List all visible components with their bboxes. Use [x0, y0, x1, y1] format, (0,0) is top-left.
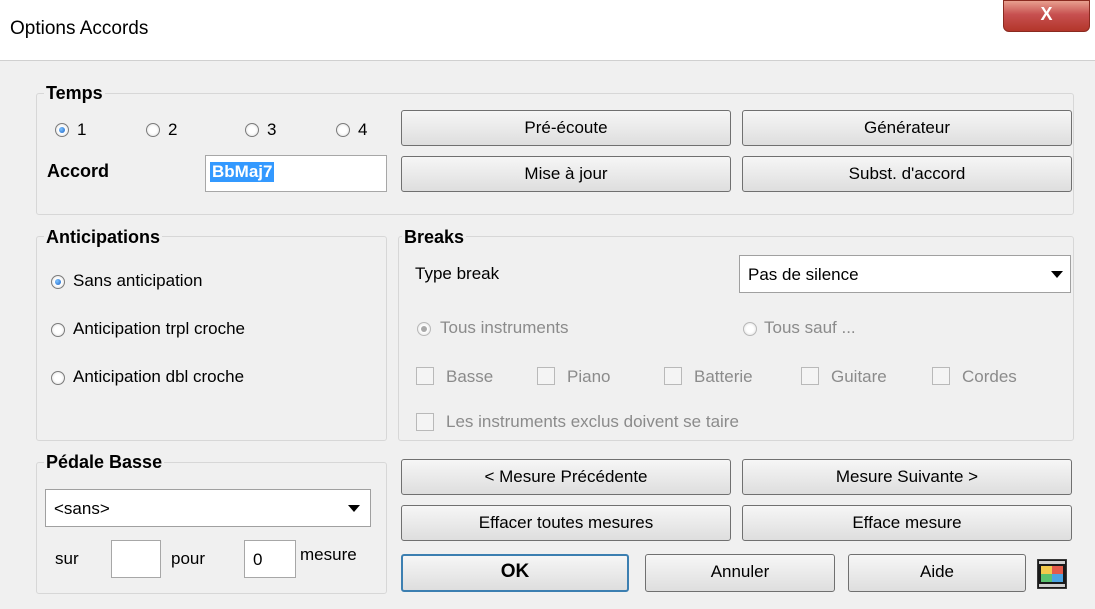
sans-anticipation-label: Sans anticipation — [73, 271, 203, 290]
basse-label: Basse — [446, 367, 494, 386]
chevron-down-icon — [348, 505, 360, 512]
accord-input[interactable]: BbMaj7 — [205, 155, 387, 192]
tous-instruments-label: Tous instruments — [440, 318, 569, 337]
temps-radio-4[interactable] — [336, 123, 350, 137]
piano-label: Piano — [567, 367, 611, 386]
pre-ecoute-button[interactable]: Pré-écoute — [401, 110, 731, 146]
pedale-value: <sans> — [54, 499, 110, 518]
guitare-label: Guitare — [831, 367, 887, 386]
type-break-value: Pas de silence — [748, 265, 859, 284]
batterie-label: Batterie — [694, 367, 753, 386]
temps-radio-3-label: 3 — [267, 120, 277, 139]
mesure-suivante-button[interactable]: Mesure Suivante > — [742, 459, 1072, 495]
close-button[interactable]: X — [1003, 0, 1090, 32]
cordes-checkbox[interactable] — [932, 367, 950, 385]
effacer-toutes-button[interactable]: Effacer toutes mesures — [401, 505, 731, 541]
anticipation-dbl-radio[interactable] — [51, 371, 65, 385]
type-break-label: Type break — [415, 264, 500, 283]
temps-radio-1-label: 1 — [77, 120, 87, 139]
sur-label: sur — [55, 549, 79, 568]
sur-input[interactable] — [111, 540, 161, 578]
anticipations-label: Anticipations — [44, 227, 163, 248]
efface-mesure-button[interactable]: Efface mesure — [742, 505, 1072, 541]
tous-instruments-radio[interactable] — [417, 322, 431, 336]
title-bar — [0, 0, 1095, 61]
generateur-button[interactable]: Générateur — [742, 110, 1072, 146]
basse-checkbox[interactable] — [416, 367, 434, 385]
temps-radio-2[interactable] — [146, 123, 160, 137]
subst-accord-button[interactable]: Subst. d'accord — [742, 156, 1072, 192]
pour-input[interactable]: 0 — [244, 540, 296, 578]
type-break-select[interactable]: Pas de silence — [739, 255, 1071, 293]
aide-button[interactable]: Aide — [848, 554, 1026, 592]
film-icon[interactable] — [1036, 558, 1068, 590]
exclus-checkbox[interactable] — [416, 413, 434, 431]
temps-radio-2-label: 2 — [168, 120, 178, 139]
temps-label: Temps — [44, 83, 105, 104]
window-title: Options Accords — [10, 18, 149, 39]
breaks-label: Breaks — [402, 227, 467, 248]
temps-radio-4-label: 4 — [358, 120, 368, 139]
pedale-select[interactable]: <sans> — [45, 489, 371, 527]
pour-label: pour — [171, 549, 206, 568]
annuler-button[interactable]: Annuler — [645, 554, 835, 592]
pedale-label: Pédale Basse — [44, 452, 165, 473]
exclus-label: Les instruments exclus doivent se taire — [446, 412, 739, 431]
chevron-down-icon — [1051, 271, 1063, 278]
tous-sauf-label: Tous sauf ... — [764, 318, 856, 337]
mise-a-jour-button[interactable]: Mise à jour — [401, 156, 731, 192]
cordes-label: Cordes — [962, 367, 1017, 386]
sans-anticipation-radio[interactable] — [51, 275, 65, 289]
pour-value: 0 — [253, 550, 263, 569]
anticipation-trpl-radio[interactable] — [51, 323, 65, 337]
anticipation-dbl-label: Anticipation dbl croche — [73, 367, 245, 386]
ok-button[interactable]: OK — [401, 554, 629, 592]
temps-radio-3[interactable] — [245, 123, 259, 137]
mesure-label: mesure — [300, 545, 357, 564]
anticipation-trpl-label: Anticipation trpl croche — [73, 319, 245, 338]
pedale-group — [36, 462, 387, 594]
temps-radio-1[interactable] — [55, 123, 69, 137]
piano-checkbox[interactable] — [537, 367, 555, 385]
mesure-precedente-button[interactable]: < Mesure Précédente — [401, 459, 731, 495]
accord-value: BbMaj7 — [210, 162, 275, 182]
batterie-checkbox[interactable] — [664, 367, 682, 385]
accord-label: Accord — [47, 161, 110, 181]
guitare-checkbox[interactable] — [801, 367, 819, 385]
tous-sauf-radio[interactable] — [743, 322, 757, 336]
